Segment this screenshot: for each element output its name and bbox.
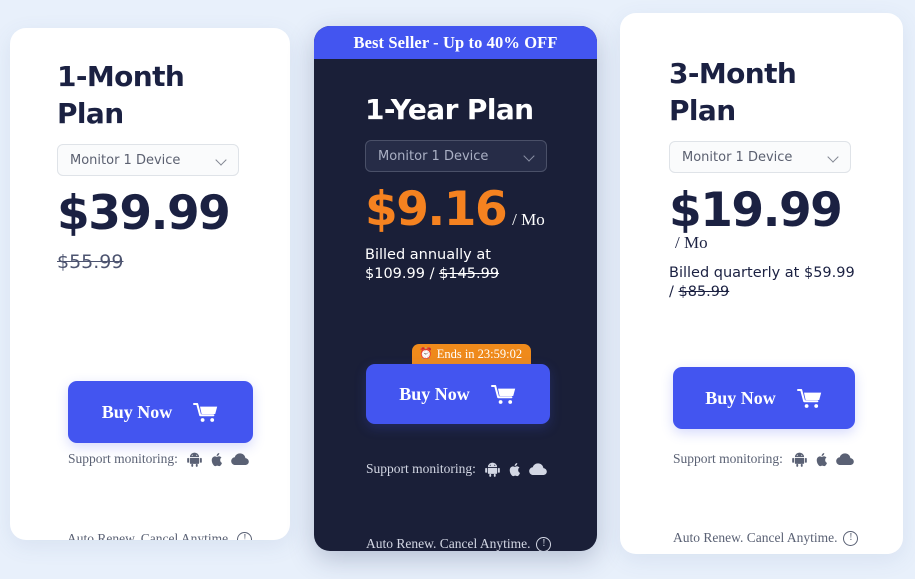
buy-now-button[interactable]: Buy Now <box>68 381 253 443</box>
auto-renew-note: Auto Renew. Cancel Anytime. ! <box>366 536 552 551</box>
android-icon <box>485 462 500 477</box>
device-select-value: Monitor 1 Device <box>682 149 793 165</box>
billing-prefix: Billed quarterly at $59.99 <box>669 265 855 281</box>
cloud-icon <box>231 452 249 466</box>
shopping-cart-icon <box>796 388 823 409</box>
price-amount: $9.16 <box>365 182 508 237</box>
device-select[interactable]: Monitor 1 Device <box>365 140 547 172</box>
price-line: $9.16 / Mo <box>365 186 597 233</box>
original-price: $55.99 <box>57 251 124 273</box>
plan-title: 1-Month Plan <box>57 60 185 130</box>
plan-card-1-year[interactable]: Best Seller - Up to 40% OFF 1-Year Plan … <box>314 26 597 551</box>
device-select[interactable]: Monitor 1 Device <box>57 144 239 176</box>
plan-card-body: 1-Month Plan Monitor 1 Device $39.99 $55… <box>10 28 290 273</box>
buy-now-button[interactable]: Buy Now <box>366 364 550 424</box>
billing-current: $109.99 / <box>365 266 435 282</box>
price-period: / Mo <box>512 210 545 229</box>
plan-title: 1-Year Plan <box>365 93 534 126</box>
alarm-clock-icon: ⏰ <box>419 348 433 360</box>
billing-original: $145.99 <box>439 266 500 282</box>
support-monitoring: Support monitoring: <box>68 451 249 467</box>
auto-renew-note: Auto Renew. Cancel Anytime. ! <box>673 530 859 546</box>
apple-icon <box>508 462 521 477</box>
device-select-value: Monitor 1 Device <box>378 148 489 164</box>
auto-renew-text: Auto Renew. Cancel Anytime. <box>67 531 232 540</box>
support-monitoring: Support monitoring: <box>366 461 547 477</box>
apple-icon <box>815 452 828 467</box>
billing-details: Billed annually at $109.99 / $145.99 <box>365 246 545 284</box>
price-period: / Mo <box>675 233 708 252</box>
android-icon <box>187 452 202 467</box>
billing-prefix: Billed annually at <box>365 247 491 263</box>
shopping-cart-icon <box>193 402 219 423</box>
buy-now-label: Buy Now <box>399 383 470 404</box>
price-amount: $19.99 <box>669 183 843 238</box>
info-icon[interactable]: ! <box>843 530 859 546</box>
plan-card-1-month[interactable]: 1-Month Plan Monitor 1 Device $39.99 $55… <box>10 28 290 540</box>
auto-renew-note: Auto Renew. Cancel Anytime. ! <box>67 531 253 540</box>
chevron-down-icon <box>828 152 839 163</box>
chevron-down-icon <box>216 155 227 166</box>
auto-renew-text: Auto Renew. Cancel Anytime. <box>673 530 838 545</box>
support-monitoring: Support monitoring: <box>673 451 854 467</box>
info-icon[interactable]: ! <box>237 531 253 540</box>
plan-title: 3-Month Plan <box>669 57 797 127</box>
device-select[interactable]: Monitor 1 Device <box>669 141 851 173</box>
device-select-value: Monitor 1 Device <box>70 152 181 168</box>
os-icon-group <box>485 462 547 477</box>
auto-renew-text: Auto Renew. Cancel Anytime. <box>366 536 531 551</box>
cloud-icon <box>529 462 547 476</box>
billing-current: / <box>669 284 674 300</box>
buy-now-label: Buy Now <box>705 387 776 408</box>
billing-amounts: / $85.99 <box>669 283 859 302</box>
price-line: $39.99 <box>57 190 290 237</box>
pricing-plans-row: 1-Month Plan Monitor 1 Device $39.99 $55… <box>0 0 915 579</box>
os-icon-group <box>792 452 854 467</box>
shopping-cart-icon <box>490 384 517 405</box>
support-monitoring-label: Support monitoring: <box>366 461 476 476</box>
best-seller-ribbon: Best Seller - Up to 40% OFF <box>314 26 597 59</box>
plan-card-3-month[interactable]: 3-Month Plan Monitor 1 Device $19.99 / M… <box>620 13 903 554</box>
billing-amounts: $109.99 / $145.99 <box>365 265 545 284</box>
countdown-badge: ⏰ Ends in 23:59:02 <box>412 344 532 366</box>
support-monitoring-label: Support monitoring: <box>673 451 783 466</box>
billing-original: $85.99 <box>678 284 730 300</box>
cloud-icon <box>836 452 854 466</box>
billing-details: Billed quarterly at $59.99 / $85.99 <box>669 264 859 302</box>
os-icon-group <box>187 452 249 467</box>
plan-card-body: 1-Year Plan Monitor 1 Device $9.16 / Mo … <box>314 59 597 284</box>
android-icon <box>792 452 807 467</box>
info-icon[interactable]: ! <box>536 536 552 551</box>
support-monitoring-label: Support monitoring: <box>68 451 178 466</box>
apple-icon <box>210 452 223 467</box>
price-line: $19.99 / Mo <box>669 187 854 251</box>
chevron-down-icon <box>524 151 535 162</box>
countdown-text: Ends in 23:59:02 <box>436 347 523 361</box>
buy-now-button[interactable]: Buy Now <box>673 367 855 429</box>
plan-card-body: 3-Month Plan Monitor 1 Device $19.99 / M… <box>620 13 903 302</box>
price-amount: $39.99 <box>57 186 231 241</box>
buy-now-label: Buy Now <box>101 401 173 422</box>
